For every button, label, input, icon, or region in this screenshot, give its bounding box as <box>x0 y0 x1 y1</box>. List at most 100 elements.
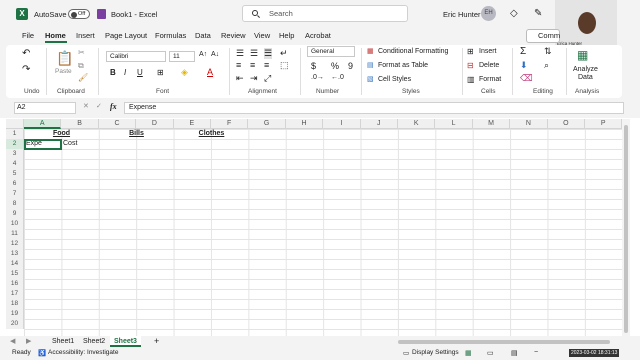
row-header-4[interactable]: 4 <box>6 159 24 169</box>
merge-icon[interactable]: ⬚ <box>280 60 289 71</box>
bold-button[interactable]: B <box>110 68 116 77</box>
insert-function-button[interactable]: fx <box>110 102 117 111</box>
number-format-select[interactable]: General <box>307 46 355 57</box>
row-header-7[interactable]: 7 <box>6 189 24 199</box>
row-header-20[interactable]: 20 <box>6 319 24 329</box>
sort-filter-icon[interactable]: ⇅ <box>544 46 552 57</box>
currency-button[interactable]: $ <box>311 61 316 71</box>
page-layout-view-icon[interactable]: ▭ <box>487 349 494 357</box>
row-header-17[interactable]: 17 <box>6 289 24 299</box>
tab-insert[interactable]: Insert <box>76 31 95 40</box>
align-right-icon[interactable]: ≡ <box>264 60 269 70</box>
column-header-h[interactable]: H <box>285 119 324 129</box>
autosave-toggle[interactable]: Off <box>68 9 90 19</box>
column-header-o[interactable]: O <box>547 119 585 129</box>
row-header-14[interactable]: 14 <box>6 259 24 269</box>
cell-a1[interactable]: Food <box>24 129 99 139</box>
row-header-18[interactable]: 18 <box>6 299 24 309</box>
tab-view[interactable]: View <box>254 31 270 40</box>
increase-font-icon[interactable]: A↑ <box>199 51 207 58</box>
align-bottom-icon[interactable]: ☰ <box>264 48 273 59</box>
comma-button[interactable]: 9 <box>348 61 353 71</box>
insert-cells-button[interactable]: Insert <box>479 48 497 55</box>
enter-icon[interactable]: ✓ <box>96 102 102 110</box>
decrease-indent-icon[interactable]: ⇤ <box>236 73 244 84</box>
align-middle-icon[interactable]: ☰ <box>250 48 258 59</box>
comments-button[interactable]: Comm <box>526 29 560 43</box>
normal-view-icon[interactable]: ▦ <box>465 349 472 357</box>
conditional-formatting-button[interactable]: Conditional Formatting <box>378 48 448 55</box>
row-header-8[interactable]: 8 <box>6 199 24 209</box>
redo-icon[interactable]: ↷ <box>22 64 30 75</box>
tab-acrobat[interactable]: Acrobat <box>305 31 331 40</box>
tab-data[interactable]: Data <box>195 31 211 40</box>
prev-sheet-icon[interactable]: ◀ <box>10 337 15 345</box>
column-header-c[interactable]: C <box>98 119 137 129</box>
format-cells-button[interactable]: Format <box>479 76 501 83</box>
font-name-select[interactable]: Calibri <box>106 51 166 62</box>
sheet-tab-sheet2[interactable]: Sheet2 <box>79 336 109 347</box>
column-header-e[interactable]: E <box>173 119 211 129</box>
display-settings-button[interactable]: Display Settings <box>412 349 459 356</box>
increase-decimal-icon[interactable]: .0→ <box>311 74 324 81</box>
cell-c1[interactable]: Bills <box>99 129 174 139</box>
row-header-3[interactable]: 3 <box>6 149 24 159</box>
column-header-g[interactable]: G <box>248 119 286 129</box>
column-header-a[interactable]: A <box>24 119 62 129</box>
delete-cells-button[interactable]: Delete <box>479 62 499 69</box>
column-header-j[interactable]: J <box>360 119 398 129</box>
format-as-table-button[interactable]: Format as Table <box>378 62 428 69</box>
horizontal-scroll-thumb[interactable] <box>398 340 610 344</box>
document-title[interactable]: Book1 - Excel <box>111 10 157 19</box>
row-header-6[interactable]: 6 <box>6 179 24 189</box>
fill-color-icon[interactable]: ◈ <box>181 67 188 78</box>
zoom-out-icon[interactable]: − <box>534 349 538 356</box>
decrease-decimal-icon[interactable]: ←.0 <box>331 74 344 81</box>
row-header-5[interactable]: 5 <box>6 169 24 179</box>
page-break-view-icon[interactable]: ▤ <box>511 349 518 357</box>
increase-indent-icon[interactable]: ⇥ <box>250 73 258 84</box>
font-color-icon[interactable]: A <box>207 67 213 77</box>
find-select-icon[interactable]: ⌕ <box>544 60 549 71</box>
underline-button[interactable]: U <box>137 68 143 77</box>
next-sheet-icon[interactable]: ▶ <box>26 337 31 345</box>
fill-icon[interactable]: ⬇ <box>520 60 528 71</box>
copy-icon[interactable]: ⧉ <box>78 61 84 71</box>
align-center-icon[interactable]: ≡ <box>250 60 255 70</box>
column-header-p[interactable]: P <box>585 119 623 129</box>
column-header-i[interactable]: I <box>323 119 361 129</box>
accessibility-status[interactable]: Accessibility: Investigate <box>48 349 118 356</box>
align-left-icon[interactable]: ≡ <box>236 60 241 70</box>
column-header-l[interactable]: L <box>435 119 473 129</box>
format-painter-icon[interactable]: 🖌 <box>78 73 88 82</box>
select-all-corner[interactable] <box>6 119 24 129</box>
decrease-font-icon[interactable]: A↓ <box>211 51 219 58</box>
name-box[interactable]: A2 <box>14 102 76 114</box>
premium-diamond-icon[interactable]: ◇ <box>510 8 518 19</box>
row-header-13[interactable]: 13 <box>6 249 24 259</box>
cell-b2[interactable]: Cost <box>63 139 99 149</box>
row-header-10[interactable]: 10 <box>6 219 24 229</box>
column-header-d[interactable]: D <box>136 119 174 129</box>
search-input[interactable]: Search <box>242 5 408 22</box>
tab-file[interactable]: File <box>22 31 34 40</box>
cut-icon[interactable]: ✂ <box>78 48 85 57</box>
tab-help[interactable]: Help <box>279 31 294 40</box>
wrap-text-icon[interactable]: ↵ <box>280 48 288 59</box>
tab-page-layout[interactable]: Page Layout <box>105 31 147 40</box>
column-header-m[interactable]: M <box>472 119 511 129</box>
orientation-icon[interactable]: ⤢ <box>264 73 271 84</box>
tab-home[interactable]: Home <box>45 31 66 40</box>
paste-icon[interactable]: 📋 <box>56 50 73 67</box>
cell-e1[interactable]: Clothes <box>174 129 249 139</box>
percent-button[interactable]: % <box>331 61 339 71</box>
cell-styles-button[interactable]: Cell Styles <box>378 76 411 83</box>
undo-icon[interactable]: ↶ <box>22 48 30 59</box>
tab-formulas[interactable]: Formulas <box>155 31 186 40</box>
column-header-b[interactable]: B <box>61 119 99 129</box>
autosum-icon[interactable]: Σ <box>520 46 526 57</box>
font-size-select[interactable]: 11 <box>169 51 195 62</box>
add-sheet-button[interactable]: + <box>150 336 163 347</box>
vertical-scroll-thumb[interactable] <box>624 125 628 333</box>
row-header-11[interactable]: 11 <box>6 229 24 239</box>
